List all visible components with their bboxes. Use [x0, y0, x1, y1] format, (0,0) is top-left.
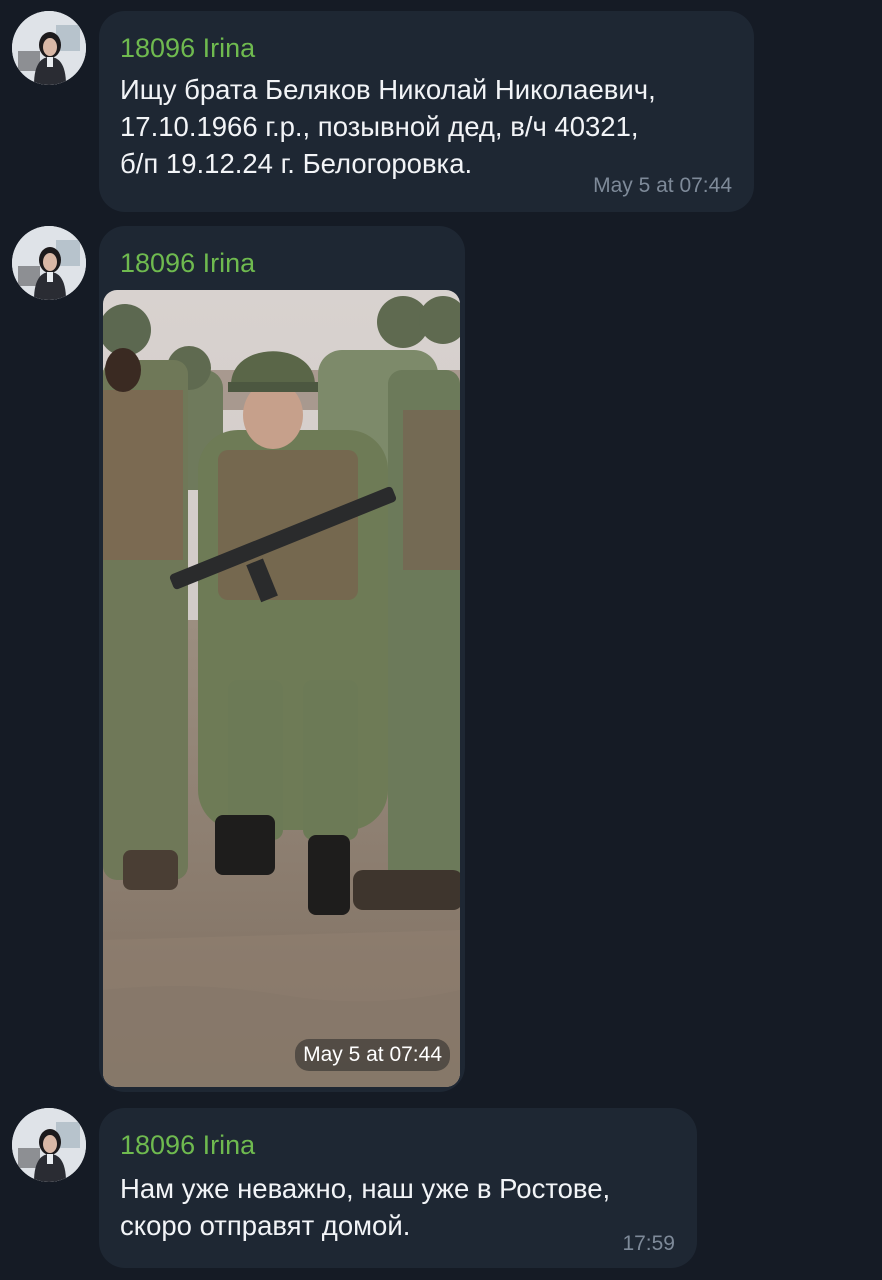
message-text-line: скоро отправят домой. [120, 1210, 411, 1241]
soldiers-photo-icon [103, 290, 460, 1087]
sender-avatar[interactable] [12, 1108, 86, 1182]
message-text-line: 17.10.1966 г.р., позывной дед, в/ч 40321… [120, 111, 639, 142]
chat-window: 18096 Irina Ищу брата Беляков Николай Ни… [0, 0, 882, 1280]
message-timestamp: May 5 at 07:44 [593, 174, 732, 197]
message-bubble[interactable]: 18096 Irina Нам уже неважно, наш уже в Р… [99, 1108, 697, 1268]
sender-avatar[interactable] [12, 226, 86, 300]
sender-name[interactable]: 18096 Irina [120, 1128, 255, 1162]
photo-timestamp: May 5 at 07:44 [295, 1039, 450, 1071]
sender-name[interactable]: 18096 Irina [120, 246, 255, 280]
user-avatar-photo-icon [12, 226, 86, 300]
sender-name[interactable]: 18096 Irina [120, 31, 255, 65]
sender-avatar[interactable] [12, 11, 86, 85]
message-text-line: Нам уже неважно, наш уже в Ростове, [120, 1173, 611, 1204]
photo-message-bubble[interactable]: 18096 Irina May 5 at 07:44 [99, 226, 465, 1092]
message-text: Ищу брата Беляков Николай Николаевич, 17… [120, 71, 740, 182]
soldiers-photo[interactable]: May 5 at 07:44 [103, 290, 460, 1087]
message-text-line: Ищу брата Беляков Николай Николаевич, [120, 74, 656, 105]
message-text: Нам уже неважно, наш уже в Ростове, скор… [120, 1170, 680, 1244]
message-timestamp: 17:59 [622, 1232, 675, 1255]
message-bubble[interactable]: 18096 Irina Ищу брата Беляков Николай Ни… [99, 11, 754, 212]
user-avatar-photo-icon [12, 11, 86, 85]
user-avatar-photo-icon [12, 1108, 86, 1182]
